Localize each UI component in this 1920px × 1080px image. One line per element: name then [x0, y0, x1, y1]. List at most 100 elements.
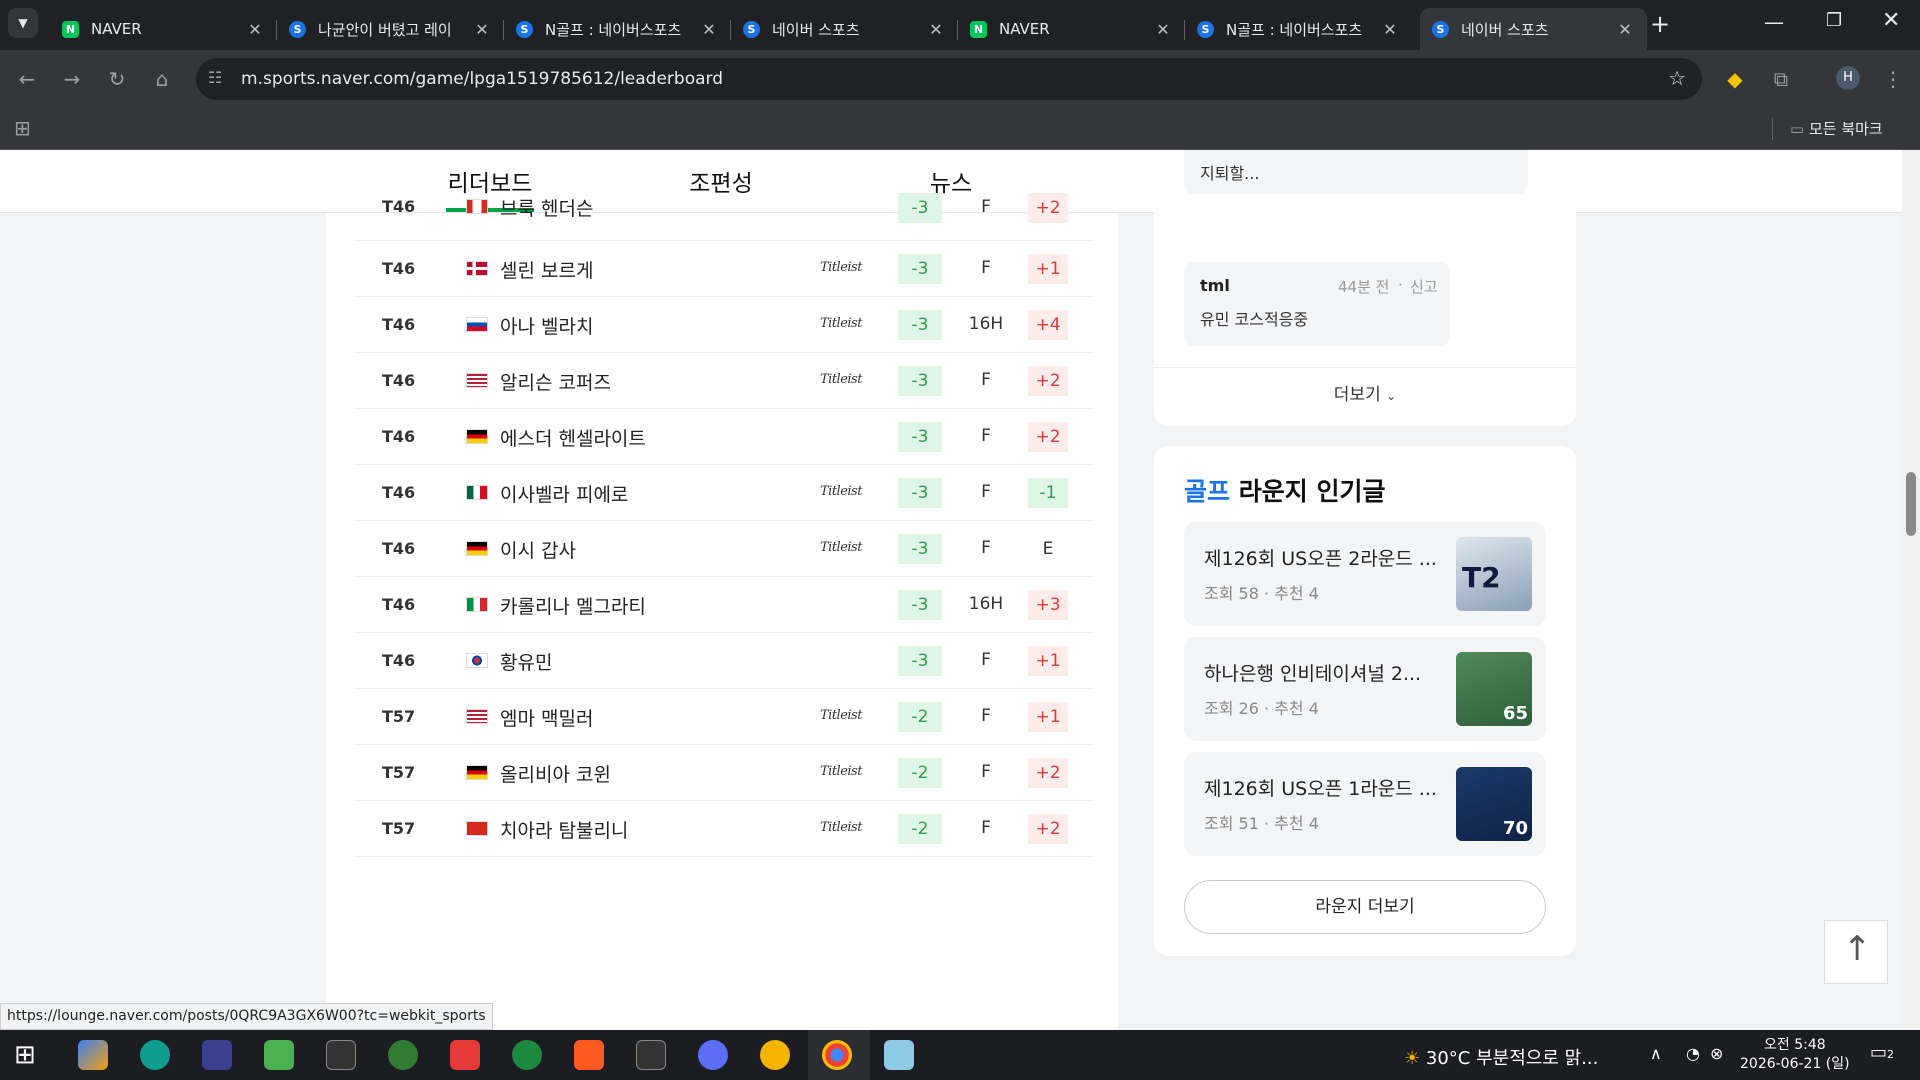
- table-row[interactable]: T46 아나 벨라치 Titleist -3 16H +4: [356, 297, 1092, 353]
- post-thumbnail: T2: [1456, 537, 1532, 611]
- app-globe-icon[interactable]: [760, 1040, 790, 1070]
- apps-grid-icon[interactable]: ⊞: [14, 116, 31, 140]
- terminal-icon[interactable]: [326, 1040, 356, 1070]
- tab-title: NAVER: [999, 20, 1050, 38]
- browser-tab[interactable]: S 나균안이 버텼고 레이 ✕: [277, 8, 504, 50]
- app-circle-icon[interactable]: [388, 1040, 418, 1070]
- all-bookmarks-label: 모든 북마크: [1808, 120, 1883, 138]
- lounge-post-card[interactable]: 제126회 US오픈 1라운드 ... 조회 51 · 추천 4 70: [1184, 752, 1546, 856]
- flag-de-icon: [466, 765, 488, 780]
- browser-tab[interactable]: S 네이버 스포츠 ✕: [1420, 8, 1647, 50]
- app-blue-icon[interactable]: [698, 1040, 728, 1070]
- lounge-post-card[interactable]: 제126회 US오픈 2라운드 ... 조회 58 · 추천 4 T2: [1184, 522, 1546, 626]
- total-score: -2: [898, 758, 942, 788]
- tab-close-icon[interactable]: ✕: [1615, 20, 1635, 39]
- back-icon[interactable]: ←: [12, 64, 42, 94]
- address-bar[interactable]: ☷ m.sports.naver.com/game/lpga1519785612…: [196, 58, 1702, 100]
- tab-title: 네이버 스포츠: [1461, 20, 1549, 39]
- today-score: +2: [1028, 758, 1068, 788]
- browser-tab[interactable]: S 네이버 스포츠 ✕: [731, 8, 958, 50]
- total-score: -3: [898, 646, 942, 676]
- volume-muted-icon[interactable]: ⊗: [1710, 1044, 1723, 1063]
- app-green-icon[interactable]: [264, 1040, 294, 1070]
- home-icon[interactable]: ⌂: [147, 64, 177, 94]
- table-row[interactable]: T46 카롤리나 멜그라티 -3 16H +3: [356, 577, 1092, 633]
- tab-close-icon[interactable]: ✕: [1153, 20, 1173, 39]
- start-windows-icon[interactable]: ⊞: [14, 1040, 44, 1070]
- profile-avatar[interactable]: H: [1836, 66, 1860, 90]
- app-notes-icon[interactable]: [884, 1040, 914, 1070]
- torrent-icon[interactable]: [512, 1040, 542, 1070]
- table-row[interactable]: T46 이시 갑사 Titleist -3 F E: [356, 521, 1092, 577]
- chrome-icon[interactable]: [822, 1040, 852, 1070]
- tab-close-icon[interactable]: ✕: [926, 20, 946, 39]
- total-score: -3: [898, 534, 942, 564]
- browser-tab[interactable]: S N골프 : 네이버스포츠 ✕: [504, 8, 731, 50]
- edge-icon[interactable]: [140, 1040, 170, 1070]
- comments-more-button[interactable]: 더보기 ⌄: [1154, 380, 1576, 405]
- app-https-icon[interactable]: [202, 1040, 232, 1070]
- post-meta: 조회 58 · 추천 4: [1204, 580, 1319, 604]
- table-row[interactable]: T57 올리비아 코윈 Titleist -2 F +2: [356, 745, 1092, 801]
- minimize-button[interactable]: —: [1764, 10, 1784, 34]
- extension-icon[interactable]: ◆: [1720, 64, 1750, 94]
- report-link[interactable]: 신고: [1410, 276, 1438, 297]
- table-row[interactable]: T46 알리슨 코퍼즈 Titleist -3 F +2: [356, 353, 1092, 409]
- bookmark-star-icon[interactable]: ☆: [1668, 66, 1686, 90]
- table-row[interactable]: T57 엠마 맥밀러 Titleist -2 F +1: [356, 689, 1092, 745]
- browser-tab[interactable]: S N골프 : 네이버스포츠 ✕: [1185, 8, 1412, 50]
- flag-ca-icon: [466, 199, 488, 214]
- site-info-icon[interactable]: ☷: [208, 68, 222, 87]
- scrollbar-thumb[interactable]: [1906, 472, 1916, 536]
- browser-tab[interactable]: N NAVER ✕: [958, 8, 1185, 50]
- network-icon[interactable]: ◔: [1686, 1044, 1700, 1063]
- player-name: 에스더 헨셀라이트: [500, 428, 646, 450]
- tab-close-icon[interactable]: ✕: [472, 20, 492, 39]
- naver-icon: N: [970, 20, 987, 38]
- scroll-top-button[interactable]: ↑: [1824, 920, 1888, 984]
- post-thumbnail: 65: [1456, 652, 1532, 726]
- lounge-popular-panel: 골프 라운지 인기글 제126회 US오픈 2라운드 ... 조회 58 · 추천…: [1154, 446, 1576, 956]
- browser-toolbar: ← → ↻ ⌂ ☷ m.sports.naver.com/game/lpga15…: [0, 50, 1920, 108]
- meta-separator: ·: [1263, 584, 1270, 603]
- table-row[interactable]: T57 치아라 탐불리니 Titleist -2 F +2: [356, 801, 1092, 857]
- app-orange-icon[interactable]: [574, 1040, 604, 1070]
- cmd-icon[interactable]: [636, 1040, 666, 1070]
- tray-chevron-icon[interactable]: ∧: [1650, 1044, 1662, 1063]
- new-tab-button[interactable]: +: [1650, 10, 1670, 38]
- table-row[interactable]: T46 황유민 -3 F +1: [356, 633, 1092, 689]
- tab-title: 나균안이 버텼고 레이: [318, 20, 452, 39]
- today-score: +3: [1028, 590, 1068, 620]
- all-bookmarks-button[interactable]: ▭ 모든 북마크: [1790, 118, 1883, 139]
- tab-close-icon[interactable]: ✕: [245, 20, 265, 39]
- post-meta: 조회 26 · 추천 4: [1204, 695, 1319, 719]
- table-row[interactable]: T46 이사벨라 피에로 Titleist -3 F -1: [356, 465, 1092, 521]
- forward-icon[interactable]: →: [57, 64, 87, 94]
- table-row[interactable]: T46 브룩 헨더슨 -3 F +2: [356, 173, 1092, 241]
- copilot-icon[interactable]: [78, 1040, 108, 1070]
- thumbnail-text: 70: [1502, 818, 1528, 839]
- weather-widget[interactable]: ☀ 30°C 부분적으로 맑...: [1404, 1044, 1598, 1070]
- total-score: -3: [898, 193, 942, 223]
- close-window-button[interactable]: ✕: [1882, 8, 1900, 33]
- rank: T46: [382, 371, 416, 390]
- reload-icon[interactable]: ↻: [102, 64, 132, 94]
- lounge-more-button[interactable]: 라운지 더보기: [1184, 880, 1546, 934]
- rank: T57: [382, 707, 416, 726]
- browser-tab[interactable]: N NAVER ✕: [50, 8, 277, 50]
- clock[interactable]: 오전 5:48 2026-06-21 (일): [1740, 1036, 1850, 1074]
- player-name: 알리슨 코퍼즈: [500, 372, 611, 394]
- page-scrollbar[interactable]: [1902, 150, 1920, 1030]
- tab-search-button[interactable]: ▼: [8, 8, 38, 38]
- tab-close-icon[interactable]: ✕: [1380, 20, 1400, 39]
- app-red-icon[interactable]: [450, 1040, 480, 1070]
- extensions-puzzle-icon[interactable]: ⧉: [1766, 64, 1796, 94]
- restore-button[interactable]: ❐: [1826, 10, 1842, 31]
- lounge-post-card[interactable]: 하나은행 인비테이셔널 2... 조회 26 · 추천 4 65: [1184, 637, 1546, 741]
- menu-kebab-icon[interactable]: ⋮: [1878, 64, 1908, 94]
- table-row[interactable]: T46 에스더 헨셀라이트 -3 F +2: [356, 409, 1092, 465]
- ball-brand-logo: Titleist: [820, 764, 862, 779]
- table-row[interactable]: T46 셀린 보르게 Titleist -3 F +1: [356, 241, 1092, 297]
- tab-close-icon[interactable]: ✕: [699, 20, 719, 39]
- notification-icon[interactable]: ▭2: [1870, 1042, 1894, 1063]
